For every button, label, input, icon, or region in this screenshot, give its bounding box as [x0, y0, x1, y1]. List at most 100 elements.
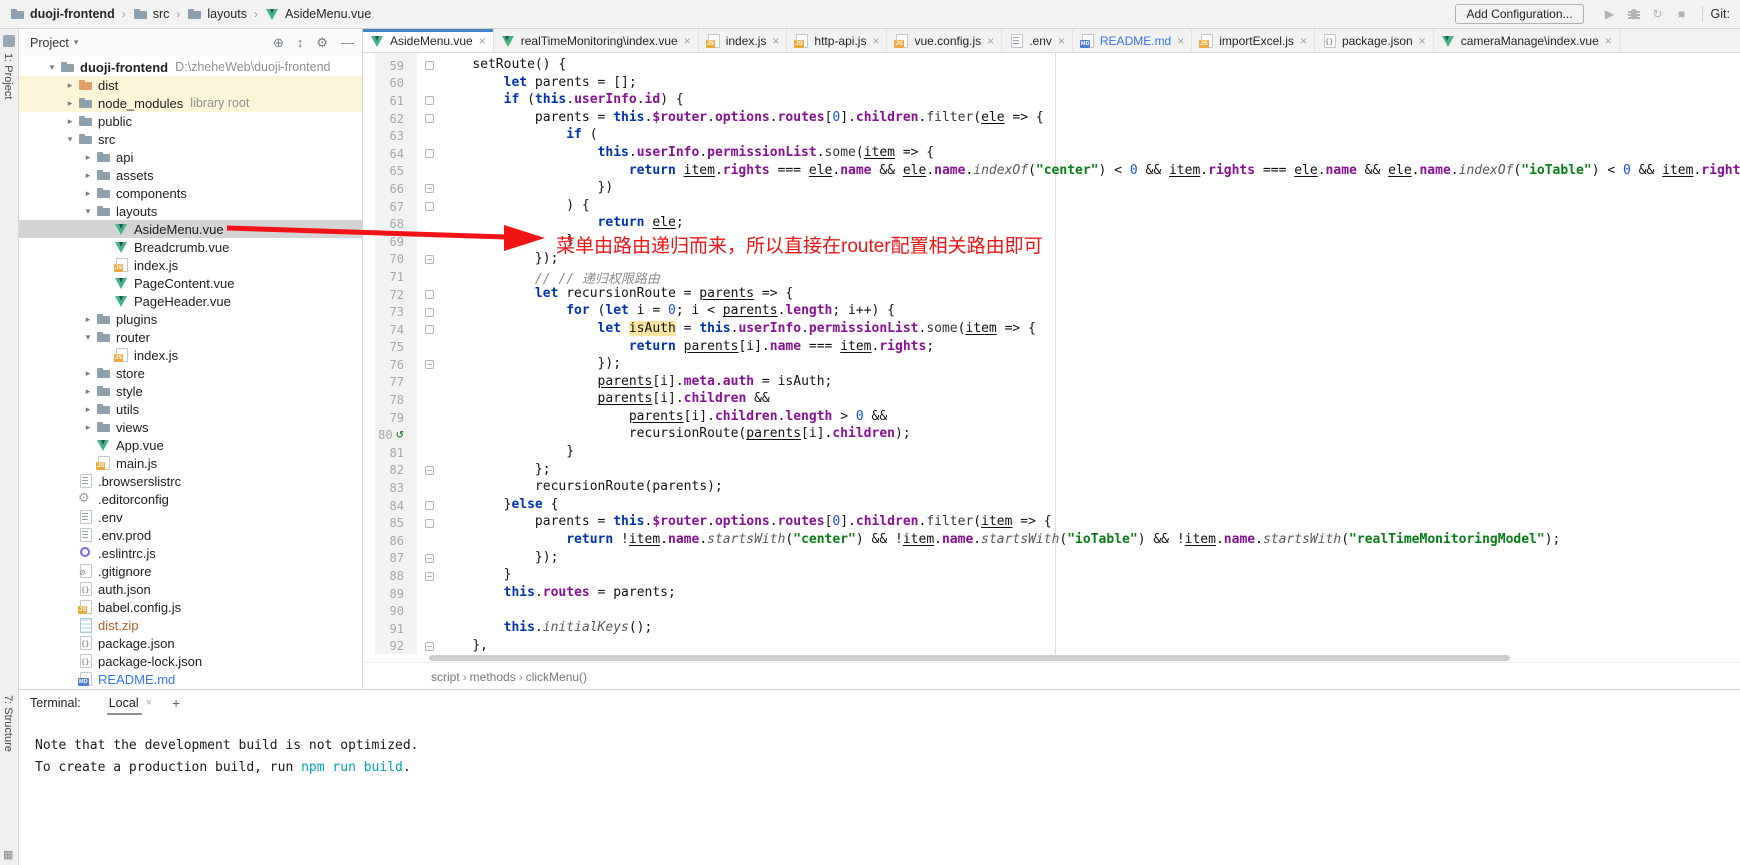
- project-tool-icon[interactable]: [3, 35, 15, 47]
- tree-item[interactable]: ▸api: [18, 148, 362, 166]
- tree-item[interactable]: README.md: [18, 670, 362, 688]
- tab-README.md[interactable]: README.md×: [1073, 29, 1192, 52]
- stop-icon[interactable]: ■: [1670, 7, 1694, 21]
- editor-breadcrumb-item[interactable]: clickMenu(): [526, 670, 587, 684]
- close-icon[interactable]: ×: [872, 34, 879, 48]
- tree-item[interactable]: ▸views: [18, 418, 362, 436]
- chevron-right-icon[interactable]: ▸: [80, 386, 96, 397]
- fold-collapse-icon[interactable]: [417, 92, 441, 110]
- close-icon[interactable]: ×: [1300, 34, 1307, 48]
- tree-item[interactable]: ▸node_moduleslibrary root: [18, 94, 362, 112]
- stripe-structure-button[interactable]: 7: Structure: [2, 695, 14, 752]
- fold-collapse-icon[interactable]: [417, 198, 441, 216]
- code-viewport[interactable]: 59 setRoute() {60 let parents = [];61 if…: [363, 53, 1740, 654]
- tab-cameraManage-index.vue[interactable]: cameraManage\index.vue×: [1434, 29, 1620, 52]
- breadcrumb-item[interactable]: AsideMenu.vue: [263, 7, 373, 21]
- breadcrumb-item[interactable]: src: [131, 7, 172, 21]
- close-icon[interactable]: ×: [479, 34, 486, 48]
- tree-item[interactable]: .gitignore: [18, 562, 362, 580]
- collapse-all-icon[interactable]: ↕: [297, 35, 304, 50]
- tree-item[interactable]: ▾duoji-frontendD:\zheheWeb\duoji-fronten…: [18, 58, 362, 76]
- terminal-output[interactable]: Note that the development build is not o…: [18, 716, 1740, 779]
- close-icon[interactable]: ×: [146, 697, 152, 709]
- close-icon[interactable]: ×: [1605, 34, 1612, 48]
- tree-item[interactable]: ▾src: [18, 130, 362, 148]
- chevron-down-icon[interactable]: ▾: [62, 134, 78, 145]
- tree-item[interactable]: index.js: [18, 256, 362, 274]
- tree-item[interactable]: ▸components: [18, 184, 362, 202]
- tree-item[interactable]: babel.config.js: [18, 598, 362, 616]
- tree-item[interactable]: ▸public: [18, 112, 362, 130]
- tree-item[interactable]: .browserslistrc: [18, 472, 362, 490]
- fold-expand-icon[interactable]: [417, 462, 441, 480]
- chevron-right-icon[interactable]: ▸: [80, 152, 96, 163]
- close-icon[interactable]: ×: [772, 34, 779, 48]
- editor-breadcrumb-item[interactable]: methods: [470, 670, 516, 684]
- tab-.env[interactable]: .env×: [1002, 29, 1073, 52]
- tree-item[interactable]: .env: [18, 508, 362, 526]
- fold-expand-icon[interactable]: [417, 356, 441, 374]
- tab-realTimeMonitoring-index.vue[interactable]: realTimeMonitoring\index.vue×: [494, 29, 699, 52]
- chevron-right-icon[interactable]: ▸: [80, 422, 96, 433]
- editor-breadcrumb-item[interactable]: script: [431, 670, 460, 684]
- fold-collapse-icon[interactable]: [417, 303, 441, 321]
- tree-item[interactable]: .eslintrc.js: [18, 544, 362, 562]
- tree-item[interactable]: ▸style: [18, 382, 362, 400]
- tree-item[interactable]: main.js: [18, 454, 362, 472]
- tree-item[interactable]: auth.json: [18, 580, 362, 598]
- tree-item[interactable]: ▸utils: [18, 400, 362, 418]
- close-icon[interactable]: ×: [684, 34, 691, 48]
- terminal-tab-local[interactable]: Local ×: [107, 690, 154, 716]
- chevron-right-icon[interactable]: ▸: [80, 170, 96, 181]
- chevron-down-icon[interactable]: ▾: [80, 206, 96, 217]
- tree-item[interactable]: ▾router: [18, 328, 362, 346]
- fold-expand-icon[interactable]: [417, 251, 441, 269]
- tab-vue.config.js[interactable]: vue.config.js×: [887, 29, 1002, 52]
- tree-item[interactable]: package-lock.json: [18, 652, 362, 670]
- rerun-icon[interactable]: ↻: [1646, 7, 1670, 21]
- hide-panel-icon[interactable]: —: [341, 35, 354, 50]
- project-panel-title[interactable]: Project: [30, 36, 69, 50]
- chevron-down-icon[interactable]: ▾: [80, 332, 96, 343]
- new-terminal-session-icon[interactable]: +: [172, 695, 180, 711]
- stripe-project-button[interactable]: 1: Project: [2, 53, 14, 99]
- close-icon[interactable]: ×: [1177, 34, 1184, 48]
- tree-item[interactable]: PageContent.vue: [18, 274, 362, 292]
- tree-item[interactable]: Breadcrumb.vue: [18, 238, 362, 256]
- tree-item[interactable]: package.json: [18, 634, 362, 652]
- tab-package.json[interactable]: package.json×: [1315, 29, 1434, 52]
- fold-collapse-icon[interactable]: [417, 57, 441, 75]
- tree-item[interactable]: .editorconfig: [18, 490, 362, 508]
- tree-item[interactable]: dist.zip: [18, 616, 362, 634]
- fold-collapse-icon[interactable]: [417, 145, 441, 163]
- fold-expand-icon[interactable]: [417, 180, 441, 198]
- breadcrumb-item[interactable]: duoji-frontend: [8, 7, 117, 21]
- chevron-right-icon[interactable]: ▸: [80, 188, 96, 199]
- tree-item[interactable]: index.js: [18, 346, 362, 364]
- chevron-down-icon[interactable]: ▾: [44, 62, 60, 73]
- debug-icon[interactable]: [1626, 7, 1642, 21]
- tree-item[interactable]: PageHeader.vue: [18, 292, 362, 310]
- fold-expand-icon[interactable]: [417, 638, 441, 654]
- chevron-right-icon[interactable]: ▸: [80, 314, 96, 325]
- tree-item[interactable]: ▸dist: [18, 76, 362, 94]
- horizontal-scrollbar[interactable]: [429, 655, 1510, 661]
- chevron-down-icon[interactable]: ▾: [74, 37, 79, 48]
- tree-item[interactable]: ▸store: [18, 364, 362, 382]
- tool-window-switcher-icon[interactable]: ▦: [3, 848, 13, 861]
- fold-expand-icon[interactable]: [417, 567, 441, 585]
- git-label[interactable]: Git:: [1711, 7, 1730, 21]
- tree-item[interactable]: .env.prod: [18, 526, 362, 544]
- fold-collapse-icon[interactable]: [417, 110, 441, 128]
- breadcrumb-item[interactable]: layouts: [185, 7, 249, 21]
- chevron-right-icon[interactable]: ▸: [80, 404, 96, 415]
- settings-gear-icon[interactable]: ⚙: [316, 35, 328, 51]
- fold-collapse-icon[interactable]: [417, 514, 441, 532]
- tree-item[interactable]: ▾layouts: [18, 202, 362, 220]
- fold-expand-icon[interactable]: [417, 550, 441, 568]
- tree-item[interactable]: ▸assets: [18, 166, 362, 184]
- tab-index.js[interactable]: index.js×: [699, 29, 788, 52]
- close-icon[interactable]: ×: [1419, 34, 1426, 48]
- fold-collapse-icon[interactable]: [417, 497, 441, 515]
- chevron-right-icon[interactable]: ▸: [80, 368, 96, 379]
